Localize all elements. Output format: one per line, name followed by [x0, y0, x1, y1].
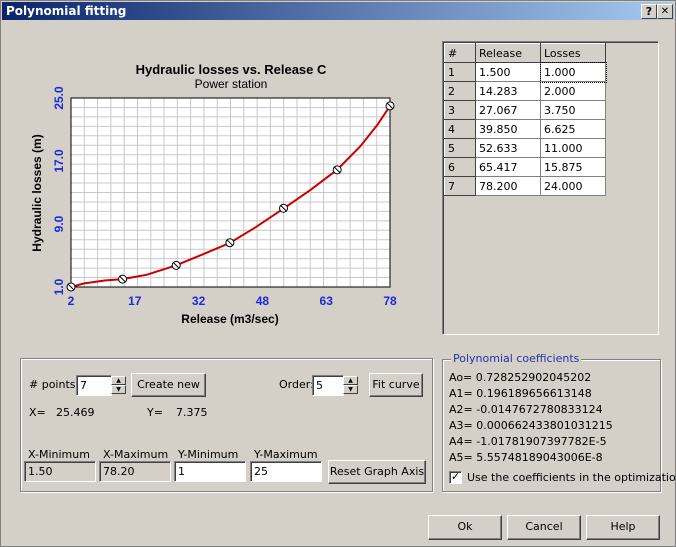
- cancel-button[interactable]: Cancel: [507, 515, 581, 540]
- y-axis-label: Hydraulic losses (m): [30, 134, 44, 251]
- table-cell[interactable]: 1.500: [475, 62, 541, 82]
- fit-curve-button[interactable]: Fit curve: [369, 373, 423, 397]
- coefficient-line: A1= 0.196189656613148: [449, 387, 592, 400]
- x-maximum-field: 78.20: [99, 461, 171, 482]
- coefficient-line: A4= -1.01781907397782E-5: [449, 435, 607, 448]
- table-row[interactable]: 2 14.283 2.000: [444, 81, 606, 101]
- chart-subtitle: Power station: [195, 77, 268, 91]
- y-tick-label: 17.0: [52, 149, 66, 173]
- coefficient-line: A5= 5.55748189043006E-8: [449, 451, 603, 464]
- spin-down-icon[interactable]: ▼: [343, 385, 358, 394]
- window-title: Polynomial fitting: [6, 4, 127, 18]
- x-tick-label: 48: [256, 294, 270, 308]
- ok-button[interactable]: Ok: [428, 515, 502, 540]
- table-row[interactable]: 5 52.633 11.000: [444, 138, 606, 158]
- x-tick-label: 17: [128, 294, 142, 308]
- table-row[interactable]: 3 27.067 3.750: [444, 100, 606, 120]
- y-tick-label: 25.0: [52, 86, 66, 110]
- x-maximum-label: X-Maximum: [103, 448, 169, 461]
- points-spinner[interactable]: ▲ ▼: [111, 376, 126, 395]
- chart-title: Hydraulic losses vs. Release C: [136, 62, 327, 77]
- x-tick-label: 63: [320, 294, 334, 308]
- row-number: 6: [444, 157, 476, 177]
- table-cell[interactable]: 3.750: [540, 100, 606, 120]
- table-cell[interactable]: 2.000: [540, 81, 606, 101]
- row-number: 5: [444, 138, 476, 158]
- order-input[interactable]: 5: [312, 375, 344, 396]
- y-maximum-label: Y-Maximum: [254, 448, 318, 461]
- x-readout-value: 25.469: [56, 406, 95, 419]
- y-minimum-label: Y-Minimum: [178, 448, 239, 461]
- row-number: 3: [444, 100, 476, 120]
- coefficient-line: Ao= 0.728252902045202: [449, 371, 592, 384]
- y-tick-label: 9.0: [52, 215, 66, 232]
- x-tick-label: 78: [383, 294, 397, 308]
- x-tick-label: 32: [192, 294, 206, 308]
- table-cell[interactable]: 39.850: [475, 119, 541, 139]
- table-cell[interactable]: 11.000: [540, 138, 606, 158]
- coefficient-line: A3= 0.000662433801031215: [449, 419, 613, 432]
- table-row[interactable]: 4 39.850 6.625: [444, 119, 606, 139]
- table-cell[interactable]: 14.283: [475, 81, 541, 101]
- spin-down-icon[interactable]: ▼: [111, 385, 126, 394]
- x-readout-label: X=: [29, 406, 46, 419]
- table-cell[interactable]: 15.875: [540, 157, 606, 177]
- table-cell[interactable]: 6.625: [540, 119, 606, 139]
- row-number: 4: [444, 119, 476, 139]
- table-cell[interactable]: 27.067: [475, 100, 541, 120]
- dialog-window: Polynomial fitting ? ✕ Hydraulic losses …: [0, 0, 676, 547]
- x-tick-label: 2: [68, 294, 75, 308]
- x-minimum-field: 1.50: [24, 461, 96, 482]
- y-maximum-input[interactable]: 25: [250, 461, 322, 482]
- y-readout-value: 7.375: [176, 406, 208, 419]
- help-icon[interactable]: ?: [641, 4, 657, 19]
- plot-grid: [70, 97, 391, 288]
- table-header-row: # Release Losses: [444, 43, 606, 63]
- coefficient-line: A2= -0.0147672780833124: [449, 403, 603, 416]
- spin-up-icon[interactable]: ▲: [111, 376, 126, 385]
- table-header: Release: [475, 43, 541, 63]
- table-cell[interactable]: 52.633: [475, 138, 541, 158]
- table-header: #: [444, 43, 476, 63]
- table-row[interactable]: 7 78.200 24.000: [444, 176, 606, 196]
- coefficients-legend: Polynomial coefficients: [451, 352, 582, 365]
- table-cell[interactable]: 1.000: [539, 61, 607, 83]
- use-coefficients-checkbox[interactable]: ✓: [449, 471, 462, 484]
- y-tick-label: 1.0: [52, 278, 66, 295]
- help-button[interactable]: Help: [586, 515, 660, 540]
- points-label: # points:: [29, 378, 80, 391]
- table-cell[interactable]: 78.200: [475, 176, 541, 196]
- spin-up-icon[interactable]: ▲: [343, 376, 358, 385]
- create-new-button[interactable]: Create new: [131, 373, 206, 397]
- table-row[interactable]: 6 65.417 15.875: [444, 157, 606, 177]
- x-axis-label: Release (m3/sec): [181, 312, 278, 326]
- table-row[interactable]: 1 1.500 1.000: [444, 61, 607, 83]
- row-number: 2: [444, 81, 476, 101]
- table-header: Losses: [540, 43, 606, 63]
- chart-area: Hydraulic losses vs. Release C Power sta…: [30, 62, 397, 326]
- row-number: 7: [444, 176, 476, 196]
- y-readout-label: Y=: [147, 406, 163, 419]
- close-icon[interactable]: ✕: [657, 4, 673, 19]
- title-bar[interactable]: Polynomial fitting ? ✕: [2, 2, 674, 20]
- table-cell[interactable]: 65.417: [475, 157, 541, 177]
- reset-graph-axis-button[interactable]: Reset Graph Axis: [328, 460, 426, 484]
- data-table[interactable]: # Release Losses 1 1.500 1.000 2 14.283 2.000…: [444, 43, 607, 196]
- order-label: Order:: [279, 378, 314, 391]
- data-table-panel[interactable]: # Release Losses 1 1.500 1.000 2 14.283 2.000…: [442, 41, 659, 335]
- x-minimum-label: X-Minimum: [28, 448, 90, 461]
- order-spinner[interactable]: ▲ ▼: [343, 376, 358, 395]
- y-minimum-input[interactable]: 1: [174, 461, 246, 482]
- table-cell[interactable]: 24.000: [540, 176, 606, 196]
- use-coefficients-label: Use the coefficients in the optimization: [467, 471, 676, 484]
- points-input[interactable]: 7: [76, 375, 112, 396]
- row-number: 1: [444, 62, 476, 82]
